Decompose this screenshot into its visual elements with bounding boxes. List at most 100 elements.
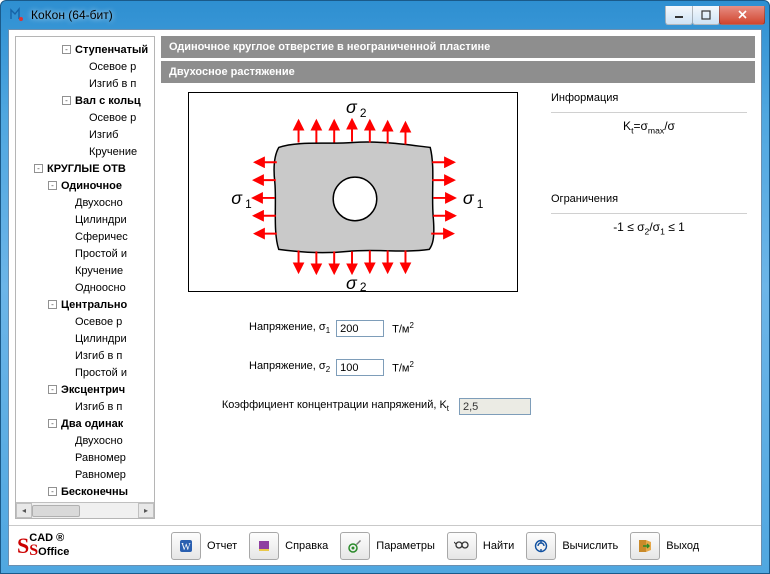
calc-label: Вычислить [562,532,618,560]
tree-node[interactable]: Цилиндри [16,330,154,347]
tree-label: Двухосно [75,197,123,209]
scroll-right-arrow[interactable]: ▸ [138,503,154,518]
params-button[interactable] [340,532,370,560]
tree-node[interactable]: -Ступенчатый [16,41,154,58]
tree-label: Осевое р [89,61,136,73]
tree-label: Осевое р [89,112,136,124]
minimize-button[interactable] [665,6,693,25]
tree-node[interactable]: -Два одинак [16,415,154,432]
tree-toggle-icon[interactable]: - [48,419,57,428]
svg-text:σ: σ [346,273,358,291]
tree-node[interactable]: Равномер [16,449,154,466]
section-title: Одиночное круглое отверстие в неограниче… [169,41,490,53]
tree-label: Осевое р [75,316,122,328]
kt-output [459,398,531,415]
tree-toggle-icon[interactable]: - [62,96,71,105]
tree-label: Одноосно [75,282,126,294]
tree-node[interactable]: Двухосно [16,194,154,211]
sigma2-input[interactable] [336,359,384,376]
find-label: Найти [483,532,514,560]
section-subtitle: Двухосное растяжение [169,66,295,78]
tree-node[interactable]: -Центрально [16,296,154,313]
tree-node[interactable]: -Одиночное [16,177,154,194]
tree-node[interactable]: Изгиб [16,126,154,143]
params-label: Параметры [376,532,435,560]
tree-node[interactable]: Цилиндри [16,211,154,228]
report-label: Отчет [207,532,237,560]
svg-text:1: 1 [477,197,484,211]
tree-node[interactable]: Простой и [16,364,154,381]
tree-node[interactable]: Осевое р [16,313,154,330]
tree-label: Изгиб в п [75,350,122,362]
tree-node[interactable]: Изгиб в п [16,398,154,415]
sigma2-label: Напряжение, σ2 [249,360,330,374]
constraints-group: Ограничения -1 ≤ σ2/σ1 ≤ 1 [551,193,747,236]
tree-node[interactable]: Кручение [16,143,154,160]
svg-text:W: W [181,542,191,553]
svg-text:σ: σ [346,97,358,117]
tree-toggle-icon[interactable]: - [48,385,57,394]
calc-button[interactable] [526,532,556,560]
tree-label: Сферичес [75,231,128,243]
help-button[interactable] [249,532,279,560]
tree-node[interactable]: Изгиб в п [16,347,154,364]
close-button[interactable] [719,6,765,25]
section-subtitle-bar: Двухосное растяжение [161,61,755,83]
content-panel: Одиночное круглое отверстие в неограниче… [161,36,755,519]
window-controls [666,6,765,25]
tree-label: Двухосно [75,435,123,447]
tree-node[interactable]: Простой и [16,245,154,262]
exit-button[interactable] [630,532,660,560]
tree-panel: -СтупенчатыйОсевое рИзгиб в п-Вал с коль… [15,36,155,519]
tree-node[interactable]: Равномер [16,466,154,483]
tree-node[interactable]: Изгиб в п [16,75,154,92]
tree-node[interactable]: Одноосно [16,279,154,296]
app-window: КоКон (64-бит) -СтупенчатыйОсевое рИзгиб… [0,0,770,574]
tree-label: Кручение [75,265,123,277]
sigma1-input[interactable] [336,320,384,337]
tree-h-scrollbar[interactable]: ◂ ▸ [16,502,154,518]
tree-toggle-icon[interactable]: - [48,487,57,496]
tree-label: Ступенчатый [75,44,148,56]
tree-node[interactable]: Осевое р [16,58,154,75]
tree-label: Простой и [75,248,127,260]
tree-toggle-icon[interactable]: - [62,45,71,54]
svg-text:2: 2 [360,280,367,291]
svg-text:2: 2 [360,106,367,120]
kt-label: Коэффициент концентрации напряжений, Kt [222,399,449,413]
scroll-left-arrow[interactable]: ◂ [16,503,32,518]
report-button[interactable]: W [171,532,201,560]
info-formula: Kt=σmax/σ [551,119,747,135]
tree-node[interactable]: -Вал с кольц [16,92,154,109]
tree-node[interactable]: Осевое р [16,109,154,126]
tree-label: Цилиндри [75,333,127,345]
tree-toggle-icon[interactable]: - [48,300,57,309]
tree-node[interactable]: Кручение [16,262,154,279]
tree-label: Центрально [61,299,127,311]
sigma1-unit: T/м2 [392,321,414,336]
sigma2-unit: T/м2 [392,360,414,375]
tree-view[interactable]: -СтупенчатыйОсевое рИзгиб в п-Вал с коль… [16,37,154,502]
tree-node[interactable]: Сферичес [16,228,154,245]
maximize-button[interactable] [692,6,720,25]
tree-node[interactable]: Двухосно [16,432,154,449]
schematic-diagram: σ2 σ2 σ1 σ1 [188,92,518,292]
tree-node[interactable]: -Бесконечны [16,483,154,500]
tree-label: Простой и [75,367,127,379]
constraints-formula: -1 ≤ σ2/σ1 ≤ 1 [551,220,747,236]
scroll-thumb[interactable] [32,505,80,517]
tree-toggle-icon[interactable]: - [34,164,43,173]
help-label: Справка [285,532,328,560]
tree-label: Эксцентрич [61,384,125,396]
tree-toggle-icon[interactable]: - [48,181,57,190]
tree-label: Кручение [89,146,137,158]
tree-node[interactable]: -Эксцентрич [16,381,154,398]
find-button[interactable] [447,532,477,560]
client-area: -СтупенчатыйОсевое рИзгиб в п-Вал с коль… [8,29,762,566]
tree-label: Бесконечны [61,486,128,498]
tree-label: Равномер [75,469,126,481]
tree-label: Изгиб в п [75,401,122,413]
tree-node[interactable]: -КРУГЛЫЕ ОТВ [16,160,154,177]
sigma1-label: Напряжение, σ1 [249,321,330,335]
tree-label: Изгиб в п [89,78,136,90]
